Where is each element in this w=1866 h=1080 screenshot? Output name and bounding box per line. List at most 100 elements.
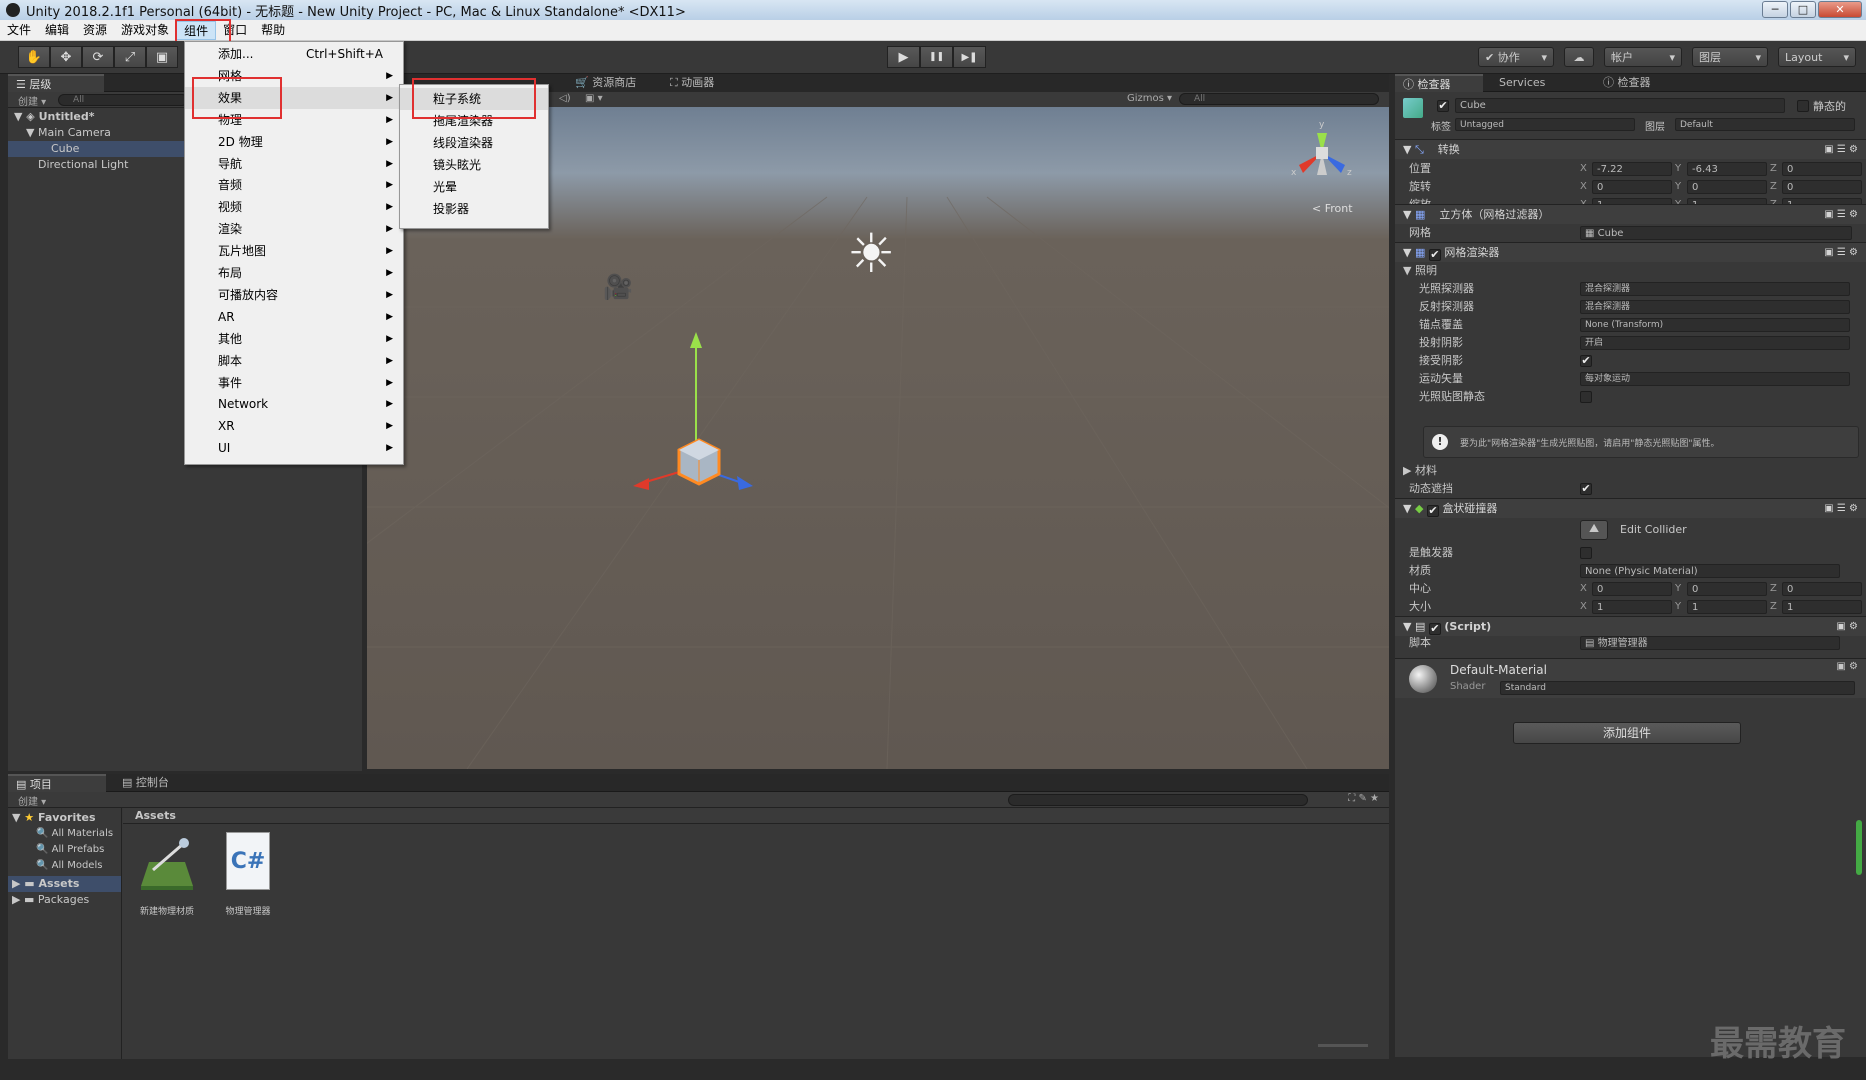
collider-value-field[interactable]: 0 [1782,582,1862,596]
favorite-item[interactable]: 🔍 All Models [8,858,121,874]
transform-value-field[interactable]: -6.43 [1687,162,1767,176]
object-name-field[interactable]: Cube [1455,98,1785,113]
transform-value-field[interactable]: 0 [1782,162,1862,176]
asset-physic-material[interactable]: 新建物理材质 [132,836,202,926]
shader-dropdown[interactable]: Standard [1500,681,1855,695]
pause-button[interactable]: ❚❚ [920,46,953,68]
menu-help[interactable]: 帮助 [254,21,292,40]
component-menu-item[interactable]: 添加... Ctrl+Shift+A [185,43,403,65]
component-menu-item[interactable]: 音频 ▶ [185,174,403,196]
asset-csharp-script[interactable]: C# 物理管理器 [213,832,283,926]
component-menu-item[interactable]: 渲染 ▶ [185,218,403,240]
component-menu-item[interactable]: 事件 ▶ [185,372,403,394]
add-component-button[interactable]: 添加组件 [1513,722,1741,744]
minimize-button[interactable]: ─ [1762,1,1788,18]
collab-dropdown[interactable]: ✔ 协作 ▾ [1478,47,1554,67]
directional-light-icon[interactable]: ☀ [847,222,895,285]
row-dropdown[interactable]: 每对象运动 [1580,372,1850,386]
project-create-dropdown[interactable]: 创建 ▾ [18,793,46,808]
component-menu-item[interactable]: 导航 ▶ [185,153,403,175]
transform-value-field[interactable]: 0 [1592,180,1672,194]
component-menu-item[interactable]: AR ▶ [185,306,403,328]
layer-dropdown[interactable]: Default [1675,118,1855,131]
transform-value-field[interactable]: 0 [1782,180,1862,194]
rect-tool-button[interactable]: ▣ [146,46,178,68]
move-tool-button[interactable]: ✥ [50,46,82,68]
hand-tool-button[interactable]: ✋ [18,46,50,68]
script-field[interactable]: ▤ 物理管理器 [1580,636,1840,650]
edit-collider-button[interactable]: ⛰ [1580,520,1608,540]
maximize-button[interactable]: □ [1790,1,1816,18]
transform-header[interactable]: ▼ ⤡ 转换 ▣ ☰ ⚙ [1395,139,1866,159]
cloud-button[interactable]: ☁ [1564,47,1594,67]
project-search-input[interactable] [1008,794,1308,806]
effects-submenu-item[interactable]: 光晕 [400,176,548,198]
material-section[interactable]: Default-Material Shader Standard ▣ ⚙ [1395,658,1866,698]
menu-edit[interactable]: 编辑 [38,21,76,40]
project-filter-icons[interactable]: ⛶ ✎ ★ [1348,793,1379,804]
favorites-row[interactable]: ▼ ★ Favorites [8,810,121,826]
row-dropdown[interactable]: 混合探测器 [1580,300,1850,314]
favorite-item[interactable]: 🔍 All Prefabs [8,842,121,858]
tab-inspector-2[interactable]: ⓘ 检查器 [1595,74,1659,92]
component-menu-item[interactable]: 可播放内容 ▶ [185,284,403,306]
mesh-field[interactable]: ▦ Cube [1580,226,1852,240]
component-settings-icon[interactable]: ▣ ☰ ⚙ [1824,205,1858,225]
cube-move-gizmo[interactable] [619,332,779,492]
step-button[interactable]: ▶❚ [953,46,986,68]
folder-packages-row[interactable]: ▶ ▬ Packages [8,892,121,908]
collider-value-field[interactable]: 0 [1592,582,1672,596]
component-settings-icon[interactable]: ▣ ☰ ⚙ [1824,140,1858,160]
row-checkbox[interactable] [1580,391,1592,403]
collider-material-field[interactable]: None (Physic Material) [1580,564,1840,578]
hierarchy-create-dropdown[interactable]: 创建 ▾ [18,93,46,108]
transform-value-field[interactable]: -7.22 [1592,162,1672,176]
tab-asset-store[interactable]: 🛒 资源商店 [567,74,644,92]
assets-breadcrumb[interactable]: Assets [123,808,1389,824]
tab-hierarchy[interactable]: ☰ 层级 [8,74,104,92]
is-trigger-checkbox[interactable] [1580,547,1592,559]
box-collider-header[interactable]: ▼ ◆ ✔ 盒状碰撞器 ▣ ☰ ⚙ [1395,498,1866,518]
close-button[interactable]: ✕ [1818,1,1862,18]
dynamic-occlusion-checkbox[interactable]: ✔ [1580,483,1592,495]
inspector-scrollbar[interactable] [1856,820,1862,875]
view-front-label[interactable]: < Front [1312,202,1353,215]
tab-project[interactable]: ▤ 项目 [8,774,106,792]
transform-value-field[interactable]: 0 [1687,180,1767,194]
gizmos-dropdown[interactable]: Gizmos ▾ [1127,93,1172,104]
audio-toggle-icon[interactable]: ◁) [559,93,571,104]
component-menu-item[interactable]: Network ▶ [185,393,403,415]
hierarchy-search-input[interactable]: All [58,94,188,106]
component-settings-icon[interactable]: ▣ ☰ ⚙ [1824,243,1858,263]
tab-animator[interactable]: ⛶ 动画器 [662,74,722,92]
tag-dropdown[interactable]: Untagged [1455,118,1635,131]
component-settings-icon[interactable]: ▣ ⚙ [1836,661,1858,672]
component-menu-item[interactable]: 其他 ▶ [185,328,403,350]
component-settings-icon[interactable]: ▣ ☰ ⚙ [1824,499,1858,519]
row-dropdown[interactable]: 混合探测器 [1580,282,1850,296]
mesh-renderer-enabled-checkbox[interactable]: ✔ [1428,249,1441,261]
component-menu-item[interactable]: 瓦片地图 ▶ [185,240,403,262]
collider-value-field[interactable]: 1 [1687,600,1767,614]
active-checkbox[interactable]: ✔ [1437,100,1449,112]
mesh-renderer-header[interactable]: ▼ ▦ ✔ 网格渲染器 ▣ ☰ ⚙ [1395,242,1866,262]
component-menu-item[interactable]: XR ▶ [185,415,403,437]
lighting-foldout[interactable]: ▼ 照明 [1403,262,1858,280]
menu-assets[interactable]: 资源 [76,21,114,40]
menu-file[interactable]: 文件 [0,21,38,40]
favorite-item[interactable]: 🔍 All Materials [8,826,121,842]
collider-value-field[interactable]: 0 [1687,582,1767,596]
tab-console[interactable]: ▤ 控制台 [114,774,177,792]
component-menu-item[interactable]: 视频 ▶ [185,196,403,218]
component-menu-item[interactable]: 布局 ▶ [185,262,403,284]
materials-foldout[interactable]: ▶ 材料 [1403,462,1858,480]
tab-services[interactable]: Services [1491,74,1553,92]
layout-dropdown[interactable]: Layout ▾ [1778,47,1856,67]
script-header[interactable]: ▼ ▤ ✔ (Script) ▣ ⚙ [1395,616,1866,636]
row-dropdown[interactable]: 开启 [1580,336,1850,350]
mesh-filter-header[interactable]: ▼ ▦ 立方体（网格过滤器） ▣ ☰ ⚙ [1395,204,1866,224]
account-dropdown[interactable]: 帐户 ▾ [1604,47,1682,67]
thumbnail-size-slider[interactable] [1318,1044,1368,1047]
tab-inspector[interactable]: ⓘ 检查器 [1395,74,1483,92]
component-menu-item[interactable]: UI ▶ [185,437,403,459]
